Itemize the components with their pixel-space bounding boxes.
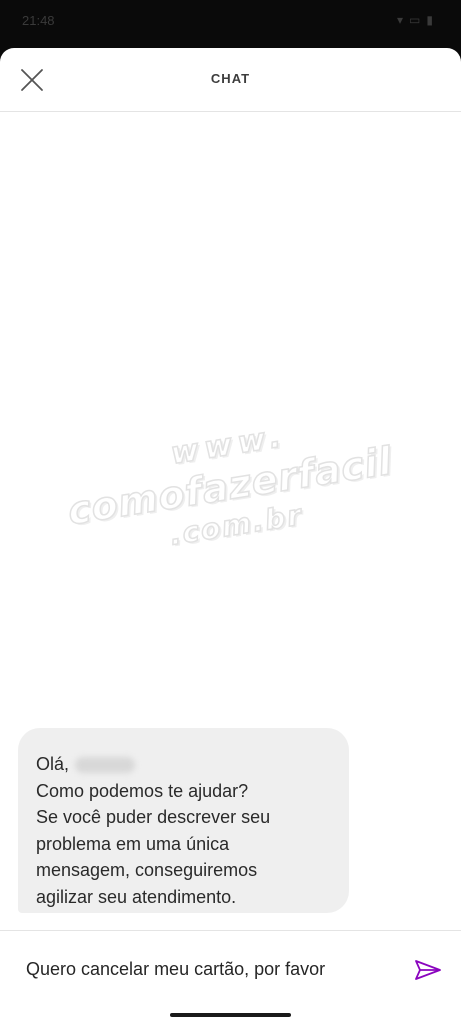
send-button[interactable] bbox=[410, 953, 446, 987]
close-icon bbox=[21, 69, 43, 91]
message-input[interactable] bbox=[26, 951, 376, 987]
watermark: www. comofazerfacil .com.br bbox=[33, 399, 426, 571]
message-line: mensagem, conseguiremos bbox=[36, 860, 258, 880]
message-greeting: Olá, bbox=[36, 754, 70, 774]
message-line: problema em uma única bbox=[36, 833, 230, 854]
status-icons: ▾▭▮ bbox=[397, 13, 439, 27]
status-time: 21:48 bbox=[22, 13, 55, 28]
agent-message-bubble: Olá, Como podemos te ajudar? Se você pud… bbox=[18, 728, 349, 913]
message-composer bbox=[0, 930, 461, 1024]
send-icon bbox=[415, 960, 441, 980]
close-button[interactable] bbox=[14, 62, 50, 98]
page-title: CHAT bbox=[210, 71, 251, 86]
message-greeting-line: Olá, bbox=[36, 751, 331, 778]
watermark-line-1: www. bbox=[168, 418, 290, 472]
status-bar: 21:48 ▾▭▮ bbox=[0, 0, 461, 44]
chat-header: CHAT bbox=[0, 48, 461, 112]
gesture-bar bbox=[170, 1013, 291, 1017]
watermark-line-2: comofazerfacil bbox=[64, 438, 396, 534]
message-line: agilizar seu atendimento. bbox=[36, 886, 237, 907]
message-line: Como podemos te ajudar? bbox=[36, 780, 249, 801]
watermark-line-3: .com.br bbox=[167, 497, 306, 552]
message-line: Se você puder descrever seu bbox=[36, 807, 271, 827]
chat-sheet: CHAT www. comofazerfacil .com.br Olá, Co… bbox=[0, 48, 461, 1024]
redacted-name bbox=[75, 757, 136, 774]
